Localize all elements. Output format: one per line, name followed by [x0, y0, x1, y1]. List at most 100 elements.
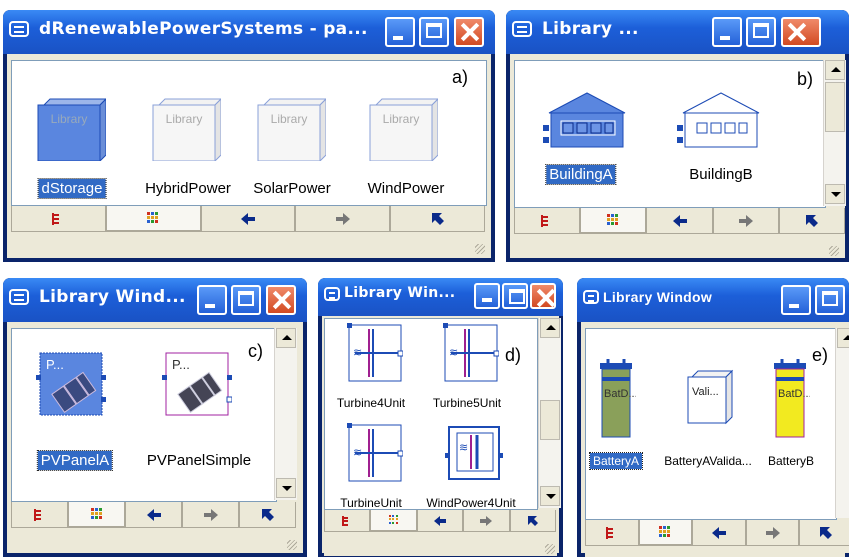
- vertical-scrollbar[interactable]: [835, 328, 849, 518]
- minimize-button[interactable]: [781, 285, 811, 315]
- forward-button[interactable]: [712, 208, 779, 234]
- back-button[interactable]: [200, 206, 296, 232]
- scroll-down-arrow-icon[interactable]: [540, 486, 560, 506]
- maximize-button[interactable]: [815, 285, 845, 315]
- maximize-button[interactable]: [231, 285, 261, 315]
- building-icon[interactable]: [539, 91, 635, 151]
- library-item-pvpanela[interactable]: PVPanelA: [36, 450, 114, 471]
- navigation-toolbar: [11, 206, 485, 232]
- library-item-batterya[interactable]: BatteryA: [588, 452, 644, 470]
- resize-grip-icon[interactable]: [475, 244, 485, 254]
- icon-view-button[interactable]: [638, 520, 693, 546]
- scroll-down-arrow-icon[interactable]: [825, 184, 845, 204]
- minimize-button[interactable]: [474, 283, 500, 309]
- library-icon[interactable]: Vali...: [686, 369, 734, 425]
- resize-grip-icon[interactable]: [545, 544, 555, 554]
- maximize-button[interactable]: [419, 17, 449, 47]
- library-item-dstorage[interactable]: dStorage: [37, 178, 107, 199]
- scroll-up-arrow-icon[interactable]: [276, 328, 296, 348]
- tree-view-button[interactable]: [514, 208, 581, 234]
- close-button[interactable]: [781, 17, 821, 47]
- back-button[interactable]: [692, 520, 746, 546]
- library-icon[interactable]: Library: [368, 97, 438, 161]
- title-bar[interactable]: Library Wind...: [3, 278, 307, 322]
- status-bar: [514, 236, 841, 258]
- turbine-unit-icon[interactable]: ≋: [347, 323, 403, 385]
- library-icon[interactable]: Library: [256, 97, 326, 161]
- title-bar[interactable]: Library Win...: [318, 278, 563, 316]
- resize-grip-icon[interactable]: [287, 540, 297, 550]
- library-item-windpower[interactable]: WindPower: [365, 179, 448, 198]
- battery-icon[interactable]: BatD...: [596, 357, 636, 441]
- library-window-icon: [9, 289, 29, 305]
- scroll-up-arrow-icon[interactable]: [837, 328, 849, 348]
- title-bar[interactable]: Library ...: [506, 10, 849, 54]
- scroll-thumb[interactable]: [825, 82, 845, 132]
- library-item-windpower4unit[interactable]: WindPower4Unit: [423, 495, 518, 509]
- library-item-hybridpower[interactable]: HybridPower: [142, 179, 234, 198]
- forward-button[interactable]: [295, 206, 391, 232]
- window-title: Library Window: [603, 289, 713, 305]
- vertical-scrollbar[interactable]: [538, 318, 561, 508]
- maximize-button[interactable]: [502, 283, 528, 309]
- up-button[interactable]: [239, 502, 296, 528]
- close-button[interactable]: [530, 283, 556, 309]
- vertical-scrollbar[interactable]: [274, 328, 297, 500]
- title-bar[interactable]: dRenewablePowerSystems - pa...: [3, 10, 495, 54]
- scroll-thumb[interactable]: [540, 400, 560, 440]
- minimize-button[interactable]: [385, 17, 415, 47]
- navigation-toolbar: [324, 510, 557, 532]
- scroll-up-arrow-icon[interactable]: [540, 318, 560, 338]
- minimize-button[interactable]: [712, 17, 742, 47]
- pv-panel-icon[interactable]: P...: [162, 349, 232, 419]
- library-item-turbineunit[interactable]: TurbineUnit: [337, 495, 405, 509]
- back-arrow-icon: [434, 515, 447, 526]
- library-item-solarpower[interactable]: SolarPower: [250, 179, 334, 198]
- scroll-up-arrow-icon[interactable]: [825, 60, 845, 80]
- title-bar[interactable]: Library Window: [577, 278, 849, 322]
- tree-view-button[interactable]: [11, 206, 106, 232]
- forward-button[interactable]: [182, 502, 239, 528]
- icon-view-button[interactable]: [68, 502, 125, 528]
- library-item-pvpanelsimple[interactable]: PVPanelSimple: [144, 451, 254, 470]
- library-item-batteryb[interactable]: BatteryB: [765, 453, 817, 469]
- wind-power-icon[interactable]: ≋: [443, 423, 503, 485]
- turbine-unit-icon[interactable]: ≋: [443, 323, 499, 385]
- icon-view-button[interactable]: [105, 206, 201, 232]
- pv-panel-icon[interactable]: P...: [36, 349, 106, 419]
- minimize-button[interactable]: [197, 285, 227, 315]
- library-item-turbine4unit[interactable]: Turbine4Unit: [334, 395, 408, 411]
- building-icon[interactable]: [673, 91, 769, 151]
- library-item-batteryavalida[interactable]: BatteryAValida...: [661, 453, 755, 469]
- maximize-button[interactable]: [746, 17, 776, 47]
- close-button[interactable]: [454, 17, 484, 47]
- battery-icon[interactable]: BatD...: [770, 357, 810, 441]
- back-button[interactable]: [646, 208, 713, 234]
- library-icon[interactable]: Library: [151, 97, 221, 161]
- library-item-turbine5unit[interactable]: Turbine5Unit: [430, 395, 504, 411]
- turbine-unit-icon[interactable]: ≋: [347, 423, 403, 485]
- close-button[interactable]: [266, 285, 296, 315]
- back-button[interactable]: [416, 510, 464, 532]
- scroll-down-arrow-icon[interactable]: [276, 478, 296, 498]
- library-item-buildinga[interactable]: BuildingA: [545, 164, 617, 185]
- resize-grip-icon[interactable]: [829, 246, 839, 256]
- icon-view-button[interactable]: [580, 208, 647, 234]
- up-button[interactable]: [799, 520, 849, 546]
- tree-view-button[interactable]: [324, 510, 371, 532]
- forward-button[interactable]: [463, 510, 510, 532]
- tree-view-button[interactable]: [585, 520, 639, 546]
- icon-view-button[interactable]: [370, 510, 417, 532]
- tree-view-icon: [605, 526, 613, 539]
- vertical-scrollbar[interactable]: [823, 60, 846, 206]
- forward-button[interactable]: [745, 520, 800, 546]
- up-button[interactable]: [509, 510, 557, 532]
- library-item-buildingb[interactable]: BuildingB: [686, 165, 755, 184]
- up-button[interactable]: [778, 208, 846, 234]
- up-button[interactable]: [390, 206, 485, 232]
- library-window-d: Library Win... d) ≋ Turbine4Unit ≋ Turbi: [318, 278, 563, 557]
- back-button[interactable]: [125, 502, 182, 528]
- library-icon[interactable]: Library: [36, 97, 106, 161]
- library-content-area: b) BuildingA BuildingB: [514, 60, 826, 208]
- tree-view-button[interactable]: [11, 502, 68, 528]
